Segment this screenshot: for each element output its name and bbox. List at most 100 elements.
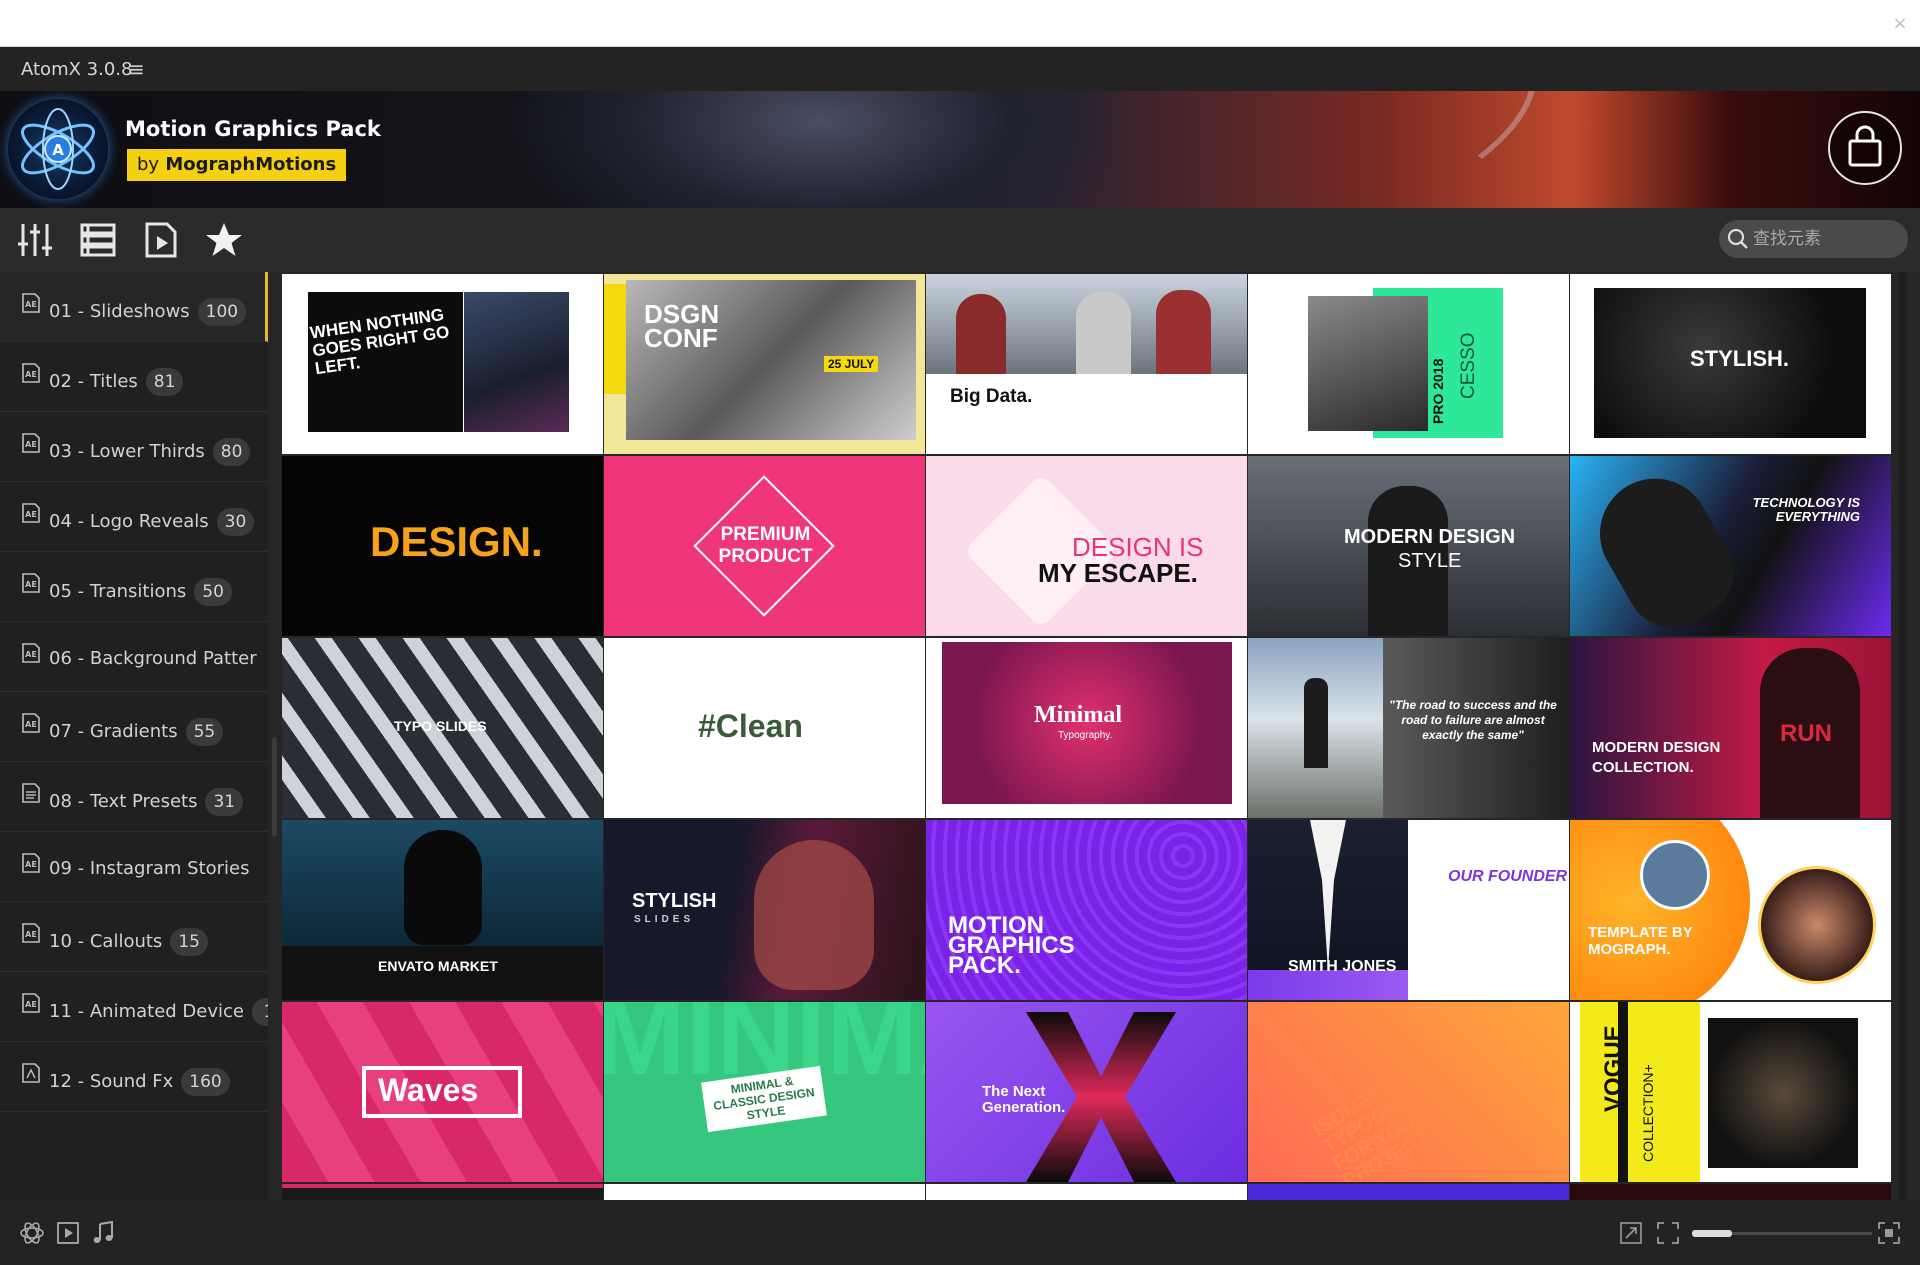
thumbnail-tile[interactable]: STYLISH SLIDES: [604, 820, 925, 1000]
video-preview-icon[interactable]: [55, 1220, 81, 1246]
ae-file-icon: AE: [20, 992, 42, 1014]
sidebar-item[interactable]: AE 07 - Gradients 55: [0, 692, 268, 762]
ae-file-icon: AE: [20, 642, 42, 664]
atom-icon[interactable]: [19, 1220, 45, 1246]
sidebar-scrollbar[interactable]: [272, 737, 277, 837]
thumbnail-tile[interactable]: STYLISH.: [1570, 274, 1891, 454]
sidebar-item[interactable]: AE 03 - Lower Thirds 80: [0, 412, 268, 482]
svg-text:AE: AE: [25, 650, 37, 659]
thumbnail-title: #Clean: [698, 708, 803, 744]
thumbnail-tile[interactable]: [604, 1184, 925, 1200]
sidebar-item[interactable]: AE 04 - Logo Reveals 30: [0, 482, 268, 552]
thumbnail-subtitle: CESSO: [1458, 332, 1479, 399]
thumbnail-tile[interactable]: Waves: [282, 1002, 603, 1182]
count-badge: 100: [197, 298, 247, 326]
thumbnail-tile[interactable]: SMITH JONES OUR FOUNDER: [1248, 820, 1569, 1000]
thumbnail-tile[interactable]: MOTION GRAPHICS PACK.: [926, 820, 1247, 1000]
sidebar-item[interactable]: AE 05 - Transitions 50: [0, 552, 268, 622]
thumbnail-tile[interactable]: TYPO SLIDES: [282, 638, 603, 818]
ae-file-icon: AE: [20, 712, 42, 734]
thumbnail-tile[interactable]: DESIGN IS MY ESCAPE.: [926, 456, 1247, 636]
sidebar-item[interactable]: AE 11 - Animated Device 1: [0, 972, 268, 1042]
sidebar-item-label: 12 - Sound Fx: [49, 1071, 174, 1092]
search-input[interactable]: [1753, 224, 1901, 254]
browser-top-strip: ×: [0, 0, 1920, 47]
fullscreen-icon[interactable]: [1876, 1220, 1902, 1246]
ae-file-icon: AE: [20, 572, 42, 594]
zoom-slider[interactable]: [1692, 1230, 1872, 1237]
svg-text:AE: AE: [25, 930, 37, 939]
thumbnail-tile[interactable]: WHEN NOTHING GOES RIGHT GO LEFT.: [282, 274, 603, 454]
thumbnail-tile[interactable]: RUN MODERN DESIGN COLLECTION.: [1570, 638, 1891, 818]
thumbnail-title: DESIGN.: [370, 518, 543, 565]
thumbnail-title: TECHNOLOGY IS EVERYTHING: [1752, 495, 1860, 524]
favorites-star-icon[interactable]: [204, 220, 244, 260]
count-badge: 30: [216, 508, 255, 536]
shopping-bag-icon: [1848, 125, 1882, 167]
thumbnail-tile[interactable]: The Next Generation.: [926, 1002, 1247, 1182]
thumbnail-tile[interactable]: TECHNOLOGY IS EVERYTHING: [1570, 456, 1891, 636]
sidebar-item-label: 05 - Transitions: [49, 581, 187, 602]
thumbnail-subtitle: Typography.: [1058, 730, 1113, 741]
music-note-icon[interactable]: [90, 1220, 116, 1246]
thumbnail-title: The Next Generation.: [982, 1083, 1066, 1116]
sidebar-item-row: 12 - Sound Fx 160: [49, 1068, 230, 1096]
thumbnail-tile[interactable]: [926, 1184, 1247, 1200]
sidebar-item[interactable]: AE 10 - Callouts 15: [0, 902, 268, 972]
thumbnail-tile[interactable]: #Clean: [604, 638, 925, 818]
thumbnail-title: TYPO SLIDES: [394, 718, 487, 734]
thumbnail-tile[interactable]: VOGUE COLLECTION+: [1570, 1002, 1891, 1182]
sidebar-item[interactable]: AE 09 - Instagram Stories: [0, 832, 268, 902]
thumbnail-tile[interactable]: DESIGN.: [282, 456, 603, 636]
ae-file-icon: AE: [20, 922, 42, 944]
pack-title: Motion Graphics Pack: [125, 117, 381, 141]
mixer-sliders-icon[interactable]: [15, 220, 55, 260]
shopping-bag-button[interactable]: [1828, 111, 1902, 185]
thumbnail-tile[interactable]: [1248, 1184, 1569, 1200]
thumbnail-tile[interactable]: Minimal Typography.: [926, 638, 1247, 818]
count-badge: 50: [194, 578, 232, 606]
sidebar-item[interactable]: AE 06 - Background Patter: [0, 622, 268, 692]
svg-text:AE: AE: [25, 300, 37, 309]
thumbnail-tile[interactable]: MODERN DESIGN STYLE: [1248, 456, 1569, 636]
close-icon[interactable]: ×: [1888, 12, 1912, 36]
thumbnail-subtitle: SLIDES: [634, 914, 695, 925]
thumbnail-title: Minimal: [1034, 702, 1122, 728]
sidebar-item[interactable]: AE 01 - Slideshows 100: [0, 272, 268, 342]
thumbnail-subtitle: COLLECTION+: [1640, 1064, 1656, 1162]
thumbnail-subtitle: 25 JULY: [824, 356, 879, 372]
thumbnail-title: MODERN DESIGN COLLECTION.: [1592, 739, 1721, 776]
sidebar-item[interactable]: 12 - Sound Fx 160: [0, 1042, 268, 1112]
pack-author-badge[interactable]: by MographMotions: [127, 149, 347, 181]
thumbnail-title: ENVATO MARKET: [378, 958, 498, 974]
sidebar-item[interactable]: 08 - Text Presets 31: [0, 762, 268, 832]
thumbnail-tile[interactable]: Big Data.: [926, 274, 1247, 454]
thumbnail-subtitle: STYLE: [1398, 550, 1462, 572]
thumbnail-tile[interactable]: TEMPLATE BY MOGRAPH.: [1570, 820, 1891, 1000]
svg-text:A: A: [52, 141, 64, 159]
list-view-icon[interactable]: [78, 220, 118, 260]
thumbnail-tile[interactable]: ISOMETRIC TYPOGRAPHY FOR YOUR PROJECT.: [1248, 1002, 1569, 1182]
sidebar-item-label: 02 - Titles: [49, 371, 138, 392]
count-badge: 31: [205, 788, 244, 816]
ae-file-icon: AE: [20, 852, 42, 874]
sidebar-item-label: 11 - Animated Device: [49, 1001, 244, 1022]
sidebar-item[interactable]: AE 02 - Titles 81: [0, 342, 268, 412]
thumbnail-title: ISOMETRIC TYPOGRAPHY FOR YOUR PROJECT.: [1309, 1065, 1452, 1182]
thumbnail-tile[interactable]: PREMIUM PRODUCT: [604, 456, 925, 636]
thumbnail-tile[interactable]: "The road to success and the road to fai…: [1248, 638, 1569, 818]
thumbnail-tile[interactable]: PRO 2018 CESSO: [1248, 274, 1569, 454]
count-badge: 160: [181, 1068, 230, 1096]
expand-icon[interactable]: [1618, 1220, 1644, 1246]
thumbnail-tile[interactable]: ENVATO MARKET: [282, 820, 603, 1000]
hamburger-menu-icon[interactable]: ≡: [128, 57, 145, 81]
search-box[interactable]: [1719, 220, 1908, 258]
thumbnail-tile[interactable]: [282, 1184, 603, 1200]
fit-screen-icon[interactable]: [1655, 1220, 1681, 1246]
thumbnail-tile[interactable]: [1570, 1184, 1891, 1200]
media-file-icon[interactable]: [141, 220, 181, 260]
grid-scrollbar[interactable]: [1898, 272, 1906, 1200]
thumbnail-tile[interactable]: MINIMAL MINIMAL & CLASSIC DESIGN STYLE: [604, 1002, 925, 1182]
thumbnail-tile[interactable]: DSGN CONF 25 JULY: [604, 274, 925, 454]
thumbnail-subtitle: MY ESCAPE.: [1038, 558, 1198, 588]
